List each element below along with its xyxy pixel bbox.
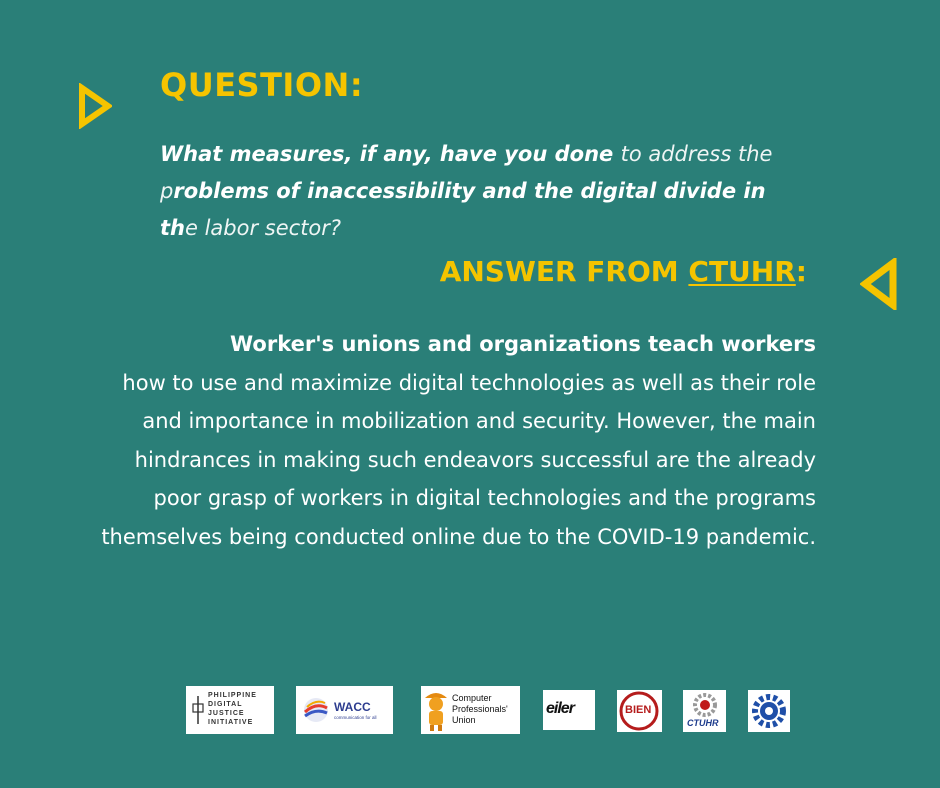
cpu-line2: Professionals' <box>452 704 508 714</box>
answer-heading-prefix: ANSWER FROM <box>439 255 689 288</box>
cpu-mascot-icon <box>425 693 447 731</box>
question-text-part: th <box>160 216 185 240</box>
question-text-part: What measures, if any, have you done <box>160 142 621 166</box>
pdji-line1: PHILIPPINE <box>208 692 257 699</box>
pdji-logo: PHILIPPINE DIGITAL JUSTICE INITIATIVE <box>186 686 274 734</box>
ctuhr-logo: CTUHR <box>683 690 726 732</box>
answer-text: Worker's unions and organizations teach … <box>96 325 816 556</box>
cpu-line3: Union <box>452 715 476 725</box>
wacc-globe-icon <box>303 698 328 722</box>
answer-lead: Worker's unions and organizations teach … <box>230 332 816 356</box>
question-text: What measures, if any, have you done to … <box>160 136 810 247</box>
wacc-logo: WACC communication for all <box>296 686 393 734</box>
left-pointer-triangle-icon <box>860 258 897 310</box>
answer-heading-org: CTUHR <box>688 255 796 288</box>
question-text-part: roblems of inaccessibility and the digit… <box>173 179 766 203</box>
ctuhr-name: CTUHR <box>687 718 719 728</box>
ctuhr-gear-icon <box>693 693 717 717</box>
partner-logos: PHILIPPINE DIGITAL JUSTICE INITIATIVE WA… <box>0 684 940 740</box>
pdji-mark-icon <box>192 696 204 724</box>
pdji-line4: INITIATIVE <box>208 719 254 726</box>
bien-logo: BIEN <box>617 690 662 732</box>
question-text-part: to address the <box>620 142 773 166</box>
wacc-tagline: communication for all <box>334 715 377 720</box>
answer-heading: ANSWER FROM CTUHR: <box>440 255 807 288</box>
question-text-part: e labor sector? <box>185 216 342 240</box>
answer-heading-suffix: : <box>795 255 807 288</box>
cpu-logo: Computer Professionals' Union <box>421 686 520 734</box>
gear-logo <box>748 690 790 732</box>
eiler-logo: eiler <box>543 690 595 730</box>
answer-body: how to use and maximize digital technolo… <box>101 370 816 549</box>
pdji-line3: JUSTICE <box>208 710 245 717</box>
right-pointer-triangle-icon <box>79 83 112 129</box>
gear-emblem-icon <box>752 694 786 728</box>
question-text-part: p <box>160 179 174 203</box>
cpu-line1: Computer <box>452 693 492 703</box>
wacc-name: WACC <box>334 700 371 714</box>
eiler-name: eiler <box>546 700 575 717</box>
pdji-line2: DIGITAL <box>208 701 243 708</box>
bien-name: BIEN <box>625 704 652 716</box>
question-heading: QUESTION: <box>160 66 364 104</box>
